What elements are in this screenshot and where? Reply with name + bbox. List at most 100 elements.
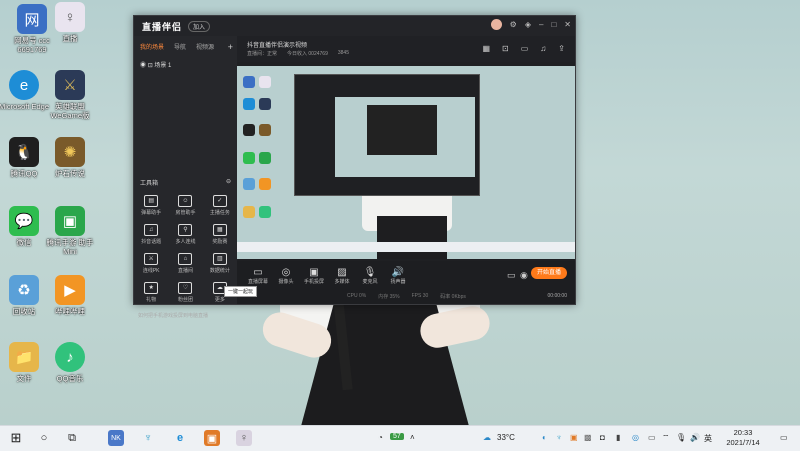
preview-taskbar: [237, 242, 575, 252]
record-icon[interactable]: ▭: [521, 44, 529, 53]
tool-label: 奖励赛: [212, 239, 228, 245]
stream-preview[interactable]: [237, 66, 575, 259]
desktop-icon-hearthstone[interactable]: ✺ 炉石传说: [42, 137, 98, 178]
control-bar: ▭ 直播屏幕◎ 摄像头▣ 手机投屏▨ 多媒体🎙 麦克风🔊 扬声器 ▭ ◉ ⚙ 开…: [237, 261, 575, 304]
desktop-icon-bilibili[interactable]: ▶ 哔哩哔哩: [42, 275, 98, 316]
live-companion-taskbar-icon[interactable]: ♀: [236, 430, 252, 446]
preview-desktop-icon: [243, 206, 255, 218]
bell-icon[interactable]: ♫: [540, 44, 546, 53]
go-live-button[interactable]: 开始直播: [531, 267, 567, 279]
shield-icon[interactable]: ◔: [378, 433, 383, 442]
maximize-icon[interactable]: □: [551, 20, 556, 29]
edge-taskbar-icon[interactable]: e: [172, 430, 188, 446]
tool-item[interactable]: ✓ 主播任务: [203, 195, 237, 216]
nk-app-icon[interactable]: NK: [108, 430, 124, 446]
add-scene-button[interactable]: +: [228, 42, 233, 52]
stream-income: 今日收入 0024769: [287, 51, 328, 57]
bilibili-icon: ▶: [55, 275, 85, 305]
tool-item[interactable]: ♫ 抖音话题: [134, 224, 168, 245]
device-tray-icon[interactable]: ▭: [648, 433, 656, 442]
tool-item[interactable]: ⚔ 连线PK: [134, 253, 168, 274]
edge-tray-icon[interactable]: ◐: [542, 433, 547, 442]
collapse-icon[interactable]: ⊖: [226, 178, 231, 187]
anime-icon: ♀: [55, 2, 85, 32]
desktop-icon-qqmusic[interactable]: ♪ QQ音乐: [42, 342, 98, 383]
tool-item[interactable]: ★ 礼物: [134, 282, 168, 303]
desktop-icon-tencent-games[interactable]: ▣ 腾讯手游 助手Mini: [42, 206, 98, 256]
mic-icon[interactable]: 🎙: [676, 433, 686, 442]
skin-icon[interactable]: ◈: [525, 20, 531, 29]
layout-icon[interactable]: ▦: [482, 44, 490, 53]
chevron-up-icon[interactable]: ˄: [410, 433, 415, 442]
taskbar-clock[interactable]: 20:33 2021/7/14: [714, 428, 772, 448]
settings-icon[interactable]: ⚙: [510, 20, 517, 29]
security-tray-icon[interactable]: ▮: [616, 433, 620, 442]
game-tray-icon[interactable]: ▣: [570, 433, 578, 442]
preview-desktop-icon: [259, 178, 271, 190]
clock-time: 20:33: [733, 428, 753, 437]
toolbox: 工具箱 ⊖ ▤ 弹幕助手 ☺ 房管助手 ✓ 主播任务 ♫ 抖音话题 ⚲ 多人连线 ▦ 奖励…: [134, 178, 237, 303]
tab-video-source[interactable]: 视频源: [196, 42, 214, 52]
tool-item[interactable]: ▥ 数据统计: [203, 253, 237, 274]
control-label: 手机投屏: [303, 279, 324, 285]
control-item[interactable]: 🔊 扬声器: [383, 267, 413, 285]
avatar[interactable]: [490, 19, 502, 30]
volume-icon[interactable]: 🔊: [690, 433, 700, 442]
tool-item[interactable]: ♡ 粉丝团: [168, 282, 202, 303]
tool-item[interactable]: ▦ 奖励赛: [203, 224, 237, 245]
desktop-icon-label: 直播: [62, 34, 78, 43]
help-tip[interactable]: 如何把手机游戏投屏到电脑直播: [138, 312, 208, 319]
start-button[interactable]: ⊞: [8, 430, 24, 446]
battery-badge[interactable]: 57: [390, 433, 404, 440]
tool-item[interactable]: ⌂ 直播间: [168, 253, 202, 274]
tab-nav[interactable]: 导航: [174, 42, 186, 52]
camera-icon[interactable]: ▭: [507, 270, 516, 281]
close-icon[interactable]: ✕: [564, 20, 571, 29]
minimize-icon[interactable]: –: [539, 20, 543, 29]
control-item[interactable]: ▭ 直播屏幕: [243, 267, 273, 285]
window-titlebar[interactable]: 直播伴侣 加入 ⚙ ◈ – □ ✕: [134, 16, 575, 36]
eye-icon[interactable]: ◉: [140, 63, 146, 69]
tool-label: 多人连线: [175, 239, 196, 245]
tool-icon: ⌂: [178, 253, 193, 265]
control-label: 多媒体: [334, 279, 350, 285]
wifi-icon[interactable]: ⌔: [662, 433, 670, 443]
control-item[interactable]: ▣ 手机投屏: [299, 267, 329, 285]
gpu-tray-icon[interactable]: ▩: [584, 433, 592, 442]
scene-item[interactable]: ◉ ⊡ 场景 1: [134, 52, 237, 69]
control-item[interactable]: 🎙 麦克风: [355, 267, 385, 285]
desktop-icon-anime[interactable]: ♀ 直播: [42, 2, 98, 43]
tiktok-app-icon[interactable]: ♆: [140, 430, 156, 446]
lock-icon[interactable]: ⊡: [502, 44, 509, 53]
memory-status: 内存 35%: [378, 294, 400, 300]
input-language[interactable]: 英: [704, 433, 712, 444]
tool-icon: ▦: [212, 224, 227, 236]
control-item[interactable]: ▨ 多媒体: [327, 267, 357, 285]
tiktok-tray-icon[interactable]: ♆: [556, 433, 562, 442]
preview-nested-window: [294, 74, 480, 196]
network-tray-icon[interactable]: ◎: [632, 433, 639, 442]
search-button[interactable]: ○: [36, 430, 52, 446]
nvidia-tray-icon[interactable]: ◘: [600, 433, 605, 442]
tool-item[interactable]: ☺ 房管助手: [168, 195, 202, 216]
tool-item[interactable]: ▤ 弹幕助手: [134, 195, 168, 216]
tab-my-scenes[interactable]: 我的场景: [140, 42, 164, 52]
brand-badge[interactable]: 加入: [188, 20, 211, 32]
eye-icon[interactable]: ◉: [520, 270, 528, 281]
desktop-icon-lol[interactable]: ⚔ 英雄联盟 WeGame版: [42, 70, 98, 120]
preview-nested-canvas: [367, 105, 437, 155]
control-item[interactable]: ◎ 摄像头: [271, 267, 301, 285]
stream-title[interactable]: 抖音直播伴侣演示视频: [247, 40, 307, 49]
weather-temp[interactable]: 33°C: [497, 433, 515, 442]
tool-item[interactable]: ⚲ 多人连线: [168, 224, 202, 245]
weather-icon: ☁: [483, 433, 491, 442]
notification-icon[interactable]: ▭: [780, 433, 788, 442]
control-label: 直播屏幕: [247, 279, 268, 285]
folder-icon: 📁: [9, 342, 39, 372]
share-icon[interactable]: ⇪: [558, 44, 565, 53]
lock-icon[interactable]: ⊡: [148, 63, 153, 69]
cpu-status: CPU 0%: [347, 293, 367, 299]
task-view-button[interactable]: ⧉: [64, 430, 80, 446]
game-taskbar-icon[interactable]: ▣: [204, 430, 220, 446]
bitrate-status: 码率 0Kbps: [440, 294, 466, 300]
